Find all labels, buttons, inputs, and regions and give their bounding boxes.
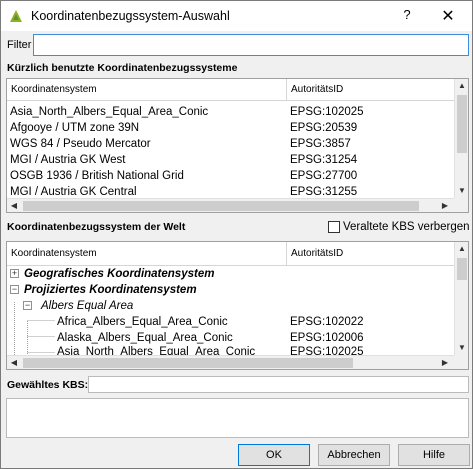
filter-label: Filter <box>7 39 32 51</box>
title-bar: Koordinatenbezugssystem-Auswahl ? ✕ <box>1 1 472 31</box>
ok-button[interactable]: OK <box>238 444 310 466</box>
tree-item-label: Africa_Albers_Equal_Area_Conic <box>57 316 228 328</box>
scroll-down-icon[interactable]: ▼ <box>455 184 468 198</box>
world-horizontal-scrollbar[interactable]: ◀ ▶ <box>7 355 454 369</box>
authority-id-cell: EPSG:20539 <box>290 122 358 134</box>
crs-description-area <box>6 398 469 438</box>
crs-name-cell: WGS 84 / Pseudo Mercator <box>10 138 151 150</box>
crs-name-cell: MGI / Austria GK West <box>10 154 126 166</box>
recent-table-header: Koordinatensystem AutoritätsID <box>7 79 457 101</box>
help-button[interactable]: Hilfe <box>398 444 470 466</box>
tree-item-geographic[interactable]: + Geografisches Koordinatensystem <box>7 266 457 282</box>
help-icon[interactable]: ? <box>395 7 419 25</box>
hide-deprecated-checkbox[interactable] <box>328 221 340 233</box>
selected-crs-field <box>88 376 469 393</box>
recent-section-title: Kürzlich benutzte Koordinatenbezugssyste… <box>7 62 238 74</box>
collapse-minus-icon[interactable]: − <box>10 285 19 294</box>
scroll-thumb[interactable] <box>457 95 467 153</box>
scroll-corner <box>454 198 468 212</box>
cancel-button[interactable]: Abbrechen <box>318 444 390 466</box>
expand-plus-icon[interactable]: + <box>10 269 19 278</box>
recent-horizontal-scrollbar[interactable]: ◀ ▶ <box>7 198 454 212</box>
tree-item-crs[interactable]: Africa_Albers_Equal_Area_Conic EPSG:1020… <box>7 314 457 330</box>
table-row[interactable]: MGI / Austria GK West EPSG:31254 <box>7 152 457 168</box>
recent-crs-table: Koordinatensystem AutoritätsID Asia_Nort… <box>6 78 469 213</box>
world-table-header: Koordinatensystem AutoritätsID <box>7 242 457 266</box>
column-header-authority-id[interactable]: AutoritätsID <box>287 79 457 101</box>
column-header-coordinate-system[interactable]: Koordinatensystem <box>7 79 287 101</box>
world-vertical-scrollbar[interactable]: ▲ ▼ <box>454 242 468 355</box>
authority-id-cell: EPSG:3857 <box>290 138 351 150</box>
scroll-corner <box>454 355 468 369</box>
scroll-thumb[interactable] <box>23 201 419 211</box>
scroll-right-icon[interactable]: ▶ <box>438 199 452 212</box>
scroll-up-icon[interactable]: ▲ <box>455 79 468 93</box>
crs-selection-dialog: Koordinatenbezugssystem-Auswahl ? ✕ Filt… <box>0 0 473 469</box>
scroll-thumb[interactable] <box>457 258 467 280</box>
tree-item-label: Geografisches Koordinatensystem <box>24 268 215 280</box>
scroll-left-icon[interactable]: ◀ <box>7 356 21 369</box>
window-title: Koordinatenbezugssystem-Auswahl <box>31 9 230 23</box>
collapse-minus-icon[interactable]: − <box>23 301 32 310</box>
hide-deprecated-label[interactable]: Veraltete KBS verbergen <box>343 221 470 233</box>
world-section-title: Koordinatenbezugssystem der Welt <box>7 221 186 233</box>
scroll-left-icon[interactable]: ◀ <box>7 199 21 212</box>
scroll-down-icon[interactable]: ▼ <box>455 341 468 355</box>
scroll-thumb[interactable] <box>23 358 353 368</box>
table-row[interactable]: OSGB 1936 / British National Grid EPSG:2… <box>7 168 457 184</box>
table-row[interactable]: Asia_North_Albers_Equal_Area_Conic EPSG:… <box>7 104 457 120</box>
crs-name-cell: OSGB 1936 / British National Grid <box>10 170 184 182</box>
tree-item-albers-equal-area[interactable]: − Albers Equal Area <box>7 298 457 314</box>
tree-item-projected[interactable]: − Projiziertes Koordinatensystem <box>7 282 457 298</box>
table-row[interactable]: WGS 84 / Pseudo Mercator EPSG:3857 <box>7 136 457 152</box>
scroll-right-icon[interactable]: ▶ <box>438 356 452 369</box>
column-header-authority-id[interactable]: AutoritätsID <box>287 242 457 266</box>
filter-input[interactable] <box>33 34 469 56</box>
recent-vertical-scrollbar[interactable]: ▲ ▼ <box>454 79 468 198</box>
authority-id-cell: EPSG:27700 <box>290 170 358 182</box>
selected-crs-label: Gewähltes KBS: <box>7 379 89 391</box>
table-row[interactable]: Afgooye / UTM zone 39N EPSG:20539 <box>7 120 457 136</box>
world-crs-tree: Koordinatensystem AutoritätsID + Geograf… <box>6 241 469 370</box>
authority-id-cell: EPSG:102022 <box>290 316 364 328</box>
tree-item-label: Albers Equal Area <box>41 300 134 312</box>
tree-item-label: Projiziertes Koordinatensystem <box>24 284 197 296</box>
column-header-coordinate-system[interactable]: Koordinatensystem <box>7 242 287 266</box>
qgis-logo-icon <box>10 10 22 22</box>
crs-name-cell: Asia_North_Albers_Equal_Area_Conic <box>10 106 209 118</box>
scroll-up-icon[interactable]: ▲ <box>455 242 468 256</box>
authority-id-cell: EPSG:102025 <box>290 106 364 118</box>
close-icon[interactable]: ✕ <box>433 6 463 26</box>
crs-name-cell: Afgooye / UTM zone 39N <box>10 122 140 134</box>
authority-id-cell: EPSG:31254 <box>290 154 358 166</box>
